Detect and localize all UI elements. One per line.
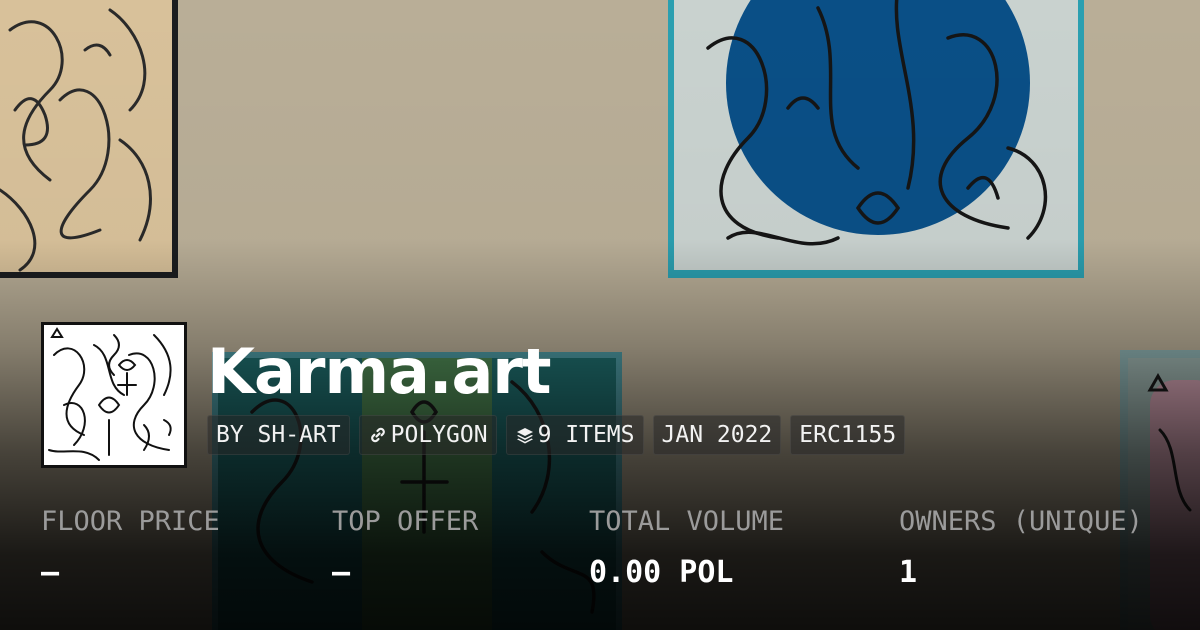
chain-chip[interactable]: POLYGON — [358, 415, 497, 455]
items-label: 9 ITEMS — [537, 422, 635, 448]
stat-floor-price: FLOOR PRICE – — [41, 505, 220, 591]
stat-value: 1 — [899, 555, 918, 590]
layers-icon — [515, 425, 535, 445]
stat-label: OWNERS (UNIQUE) — [899, 506, 1143, 537]
items-chip[interactable]: 9 ITEMS — [505, 415, 644, 455]
token-standard-label: ERC1155 — [799, 422, 897, 448]
stat-label: TOP OFFER — [332, 506, 479, 537]
avatar-artwork — [44, 325, 184, 465]
stat-value: – — [332, 555, 351, 590]
created-date-chip: JAN 2022 — [652, 415, 782, 455]
creator-chip[interactable]: BY SH-ART — [207, 415, 350, 455]
stat-top-offer: TOP OFFER – — [332, 505, 478, 591]
stat-owners: OWNERS (UNIQUE) 1 — [899, 505, 1143, 591]
collection-title: Karma.art — [207, 335, 552, 408]
stat-label: FLOOR PRICE — [41, 506, 220, 537]
stat-value: 0.00 POL — [589, 555, 734, 590]
chain-label: POLYGON — [390, 422, 488, 448]
collection-avatar — [41, 322, 187, 468]
link-icon — [368, 425, 388, 445]
stat-total-volume: TOTAL VOLUME 0.00 POL — [589, 505, 784, 591]
stat-label: TOTAL VOLUME — [589, 506, 785, 537]
token-standard-chip: ERC1155 — [790, 415, 906, 455]
created-date-label: JAN 2022 — [661, 422, 773, 448]
creator-label: BY SH-ART — [216, 422, 341, 448]
collection-meta-chips: BY SH-ART POLYGON 9 ITEMS JAN 2022 ERC11… — [207, 415, 906, 455]
stat-value: – — [41, 555, 60, 590]
